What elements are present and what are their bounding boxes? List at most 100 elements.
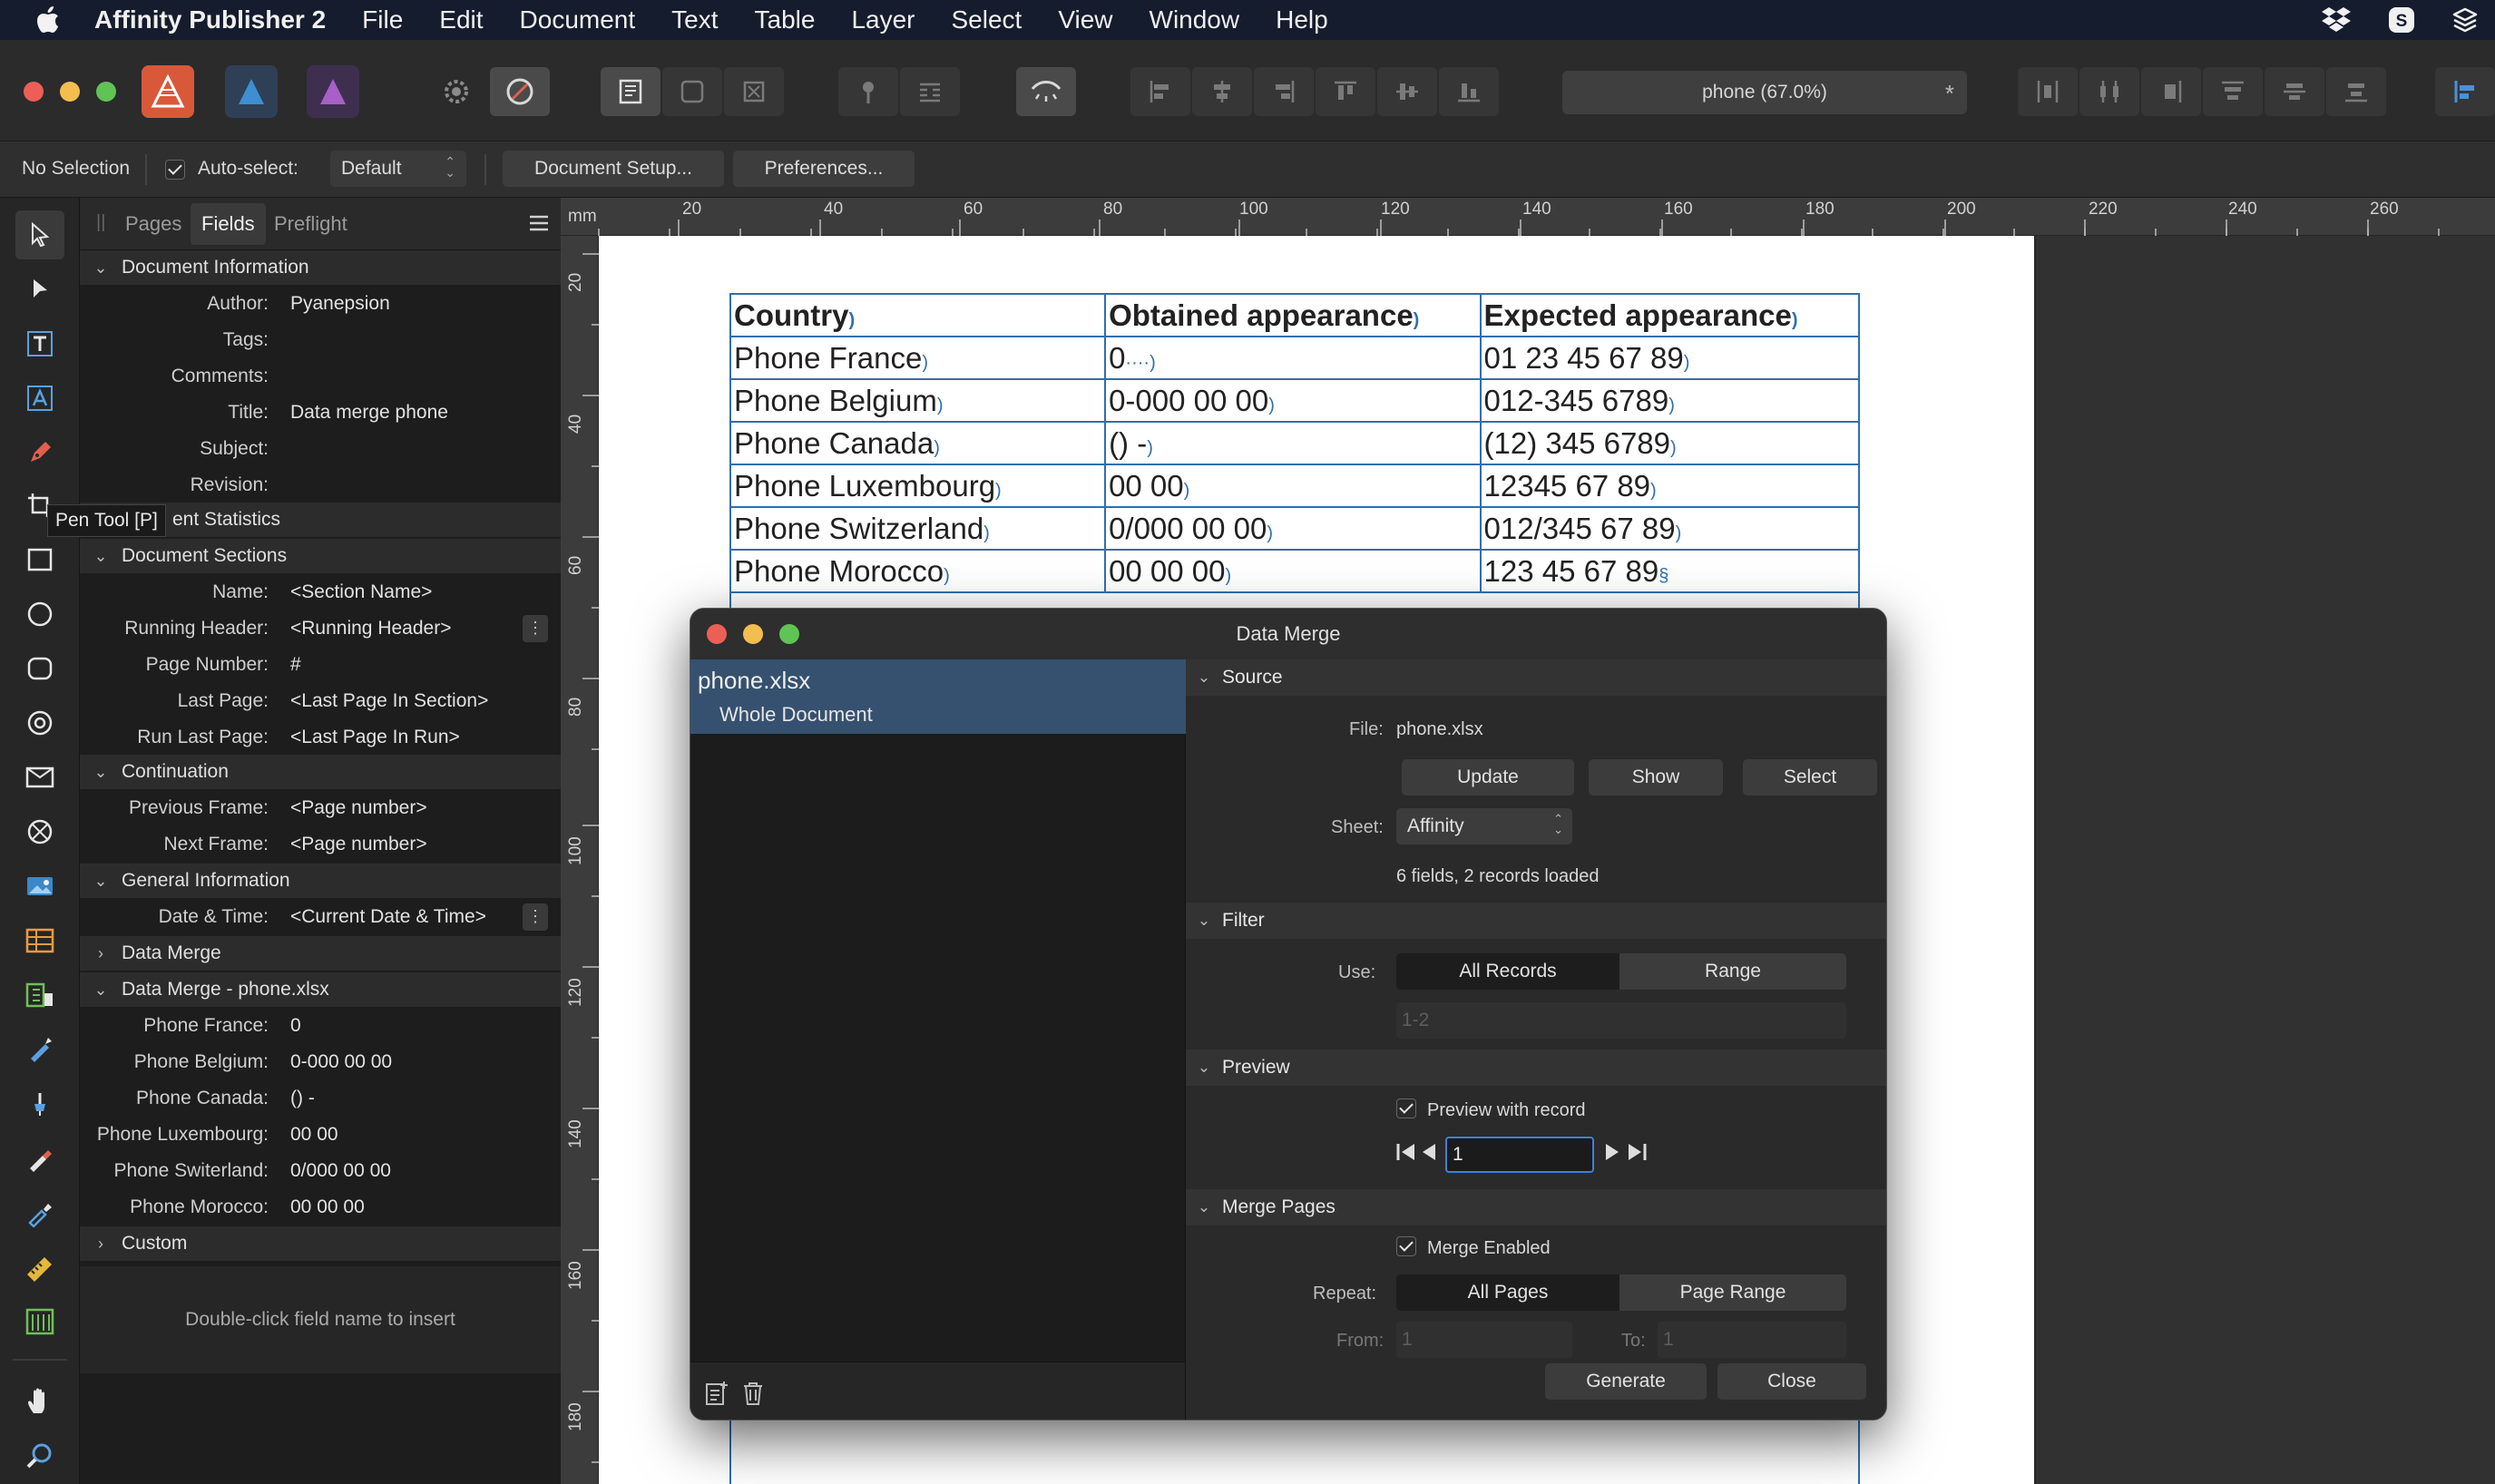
field-row[interactable]: Comments: xyxy=(80,357,561,394)
align-top-icon[interactable] xyxy=(1316,67,1375,116)
range-option[interactable]: Range xyxy=(1619,953,1846,990)
rounded-rectangle-tool-icon[interactable] xyxy=(15,644,64,693)
clip-view-icon[interactable] xyxy=(724,67,784,116)
layers-status-icon[interactable] xyxy=(2451,6,2479,34)
align-middle-icon[interactable] xyxy=(1377,67,1437,116)
data-source-list[interactable]: phone.xlsx Whole Document xyxy=(690,659,1186,1362)
last-record-icon[interactable] xyxy=(1625,1140,1649,1168)
menu-help[interactable]: Help xyxy=(1257,0,1346,40)
designer-persona-icon[interactable] xyxy=(225,65,278,118)
align-right-icon[interactable] xyxy=(1254,67,1314,116)
zoom-tool-icon[interactable] xyxy=(15,1431,64,1480)
menu-table[interactable]: Table xyxy=(737,0,834,40)
first-record-icon[interactable] xyxy=(1394,1140,1418,1168)
fill-tool-icon[interactable] xyxy=(15,971,64,1020)
frame-text-tool-icon[interactable] xyxy=(15,319,64,368)
show-button[interactable]: Show xyxy=(1589,759,1723,796)
table-cell[interactable]: 00 00 00) xyxy=(1104,549,1482,593)
table-cell[interactable]: 012/345 67 89) xyxy=(1479,506,1861,551)
tab-preflight[interactable]: Preflight xyxy=(274,212,347,236)
menu-edit[interactable]: Edit xyxy=(421,0,501,40)
window-zoom-button[interactable] xyxy=(96,82,116,102)
window-minimize-button[interactable] xyxy=(60,82,80,102)
preflight-icon[interactable] xyxy=(490,67,550,116)
menu-window[interactable]: Window xyxy=(1131,0,1258,40)
apple-icon[interactable] xyxy=(24,0,73,40)
vertical-ruler[interactable]: 20 40 60 80 100 120 140 160 180 xyxy=(561,236,599,1484)
table-cell[interactable]: Phone France) xyxy=(729,336,1107,380)
table-cell[interactable]: Phone Belgium) xyxy=(729,378,1107,423)
section-continuation[interactable]: ⌄ Continuation xyxy=(80,755,561,789)
merge-field-row[interactable]: Phone Canada: () - xyxy=(80,1079,561,1116)
align-left-icon[interactable] xyxy=(1130,67,1190,116)
hide-icon[interactable] xyxy=(1016,67,1076,116)
update-button[interactable]: Update xyxy=(1402,759,1574,796)
close-button[interactable]: Close xyxy=(1717,1363,1866,1400)
field-row[interactable]: Page Number: # xyxy=(80,646,561,682)
field-row[interactable]: Run Last Page: <Last Page In Run> xyxy=(80,718,561,755)
field-row[interactable]: Name: <Section Name> xyxy=(80,573,561,610)
distribute-middle-icon[interactable] xyxy=(2265,67,2324,116)
field-row[interactable]: Date & Time: <Current Date & Time> ⋮ xyxy=(80,898,561,934)
from-input[interactable]: 1 xyxy=(1396,1322,1572,1358)
merge-field-row[interactable]: Phone Morocco: 00 00 00 xyxy=(80,1188,561,1225)
generate-button[interactable]: Generate xyxy=(1545,1363,1707,1400)
table-cell[interactable]: Phone Morocco) xyxy=(729,549,1107,593)
list-item[interactable]: phone.xlsx Whole Document xyxy=(690,659,1186,734)
to-input[interactable]: 1 xyxy=(1658,1322,1846,1358)
pen-tool-icon[interactable] xyxy=(15,428,64,477)
preview-checkbox[interactable] xyxy=(1396,1098,1416,1118)
merge-field-row[interactable]: Phone Belgium: 0-000 00 00 xyxy=(80,1043,561,1079)
ellipse-tool-icon[interactable] xyxy=(15,590,64,639)
arrange-icon[interactable] xyxy=(2435,67,2495,116)
artistic-text-tool-icon[interactable] xyxy=(15,374,64,423)
photo-persona-icon[interactable] xyxy=(307,65,359,118)
section-preview[interactable]: ⌄ Preview xyxy=(1186,1050,1886,1086)
move-tool-icon[interactable] xyxy=(15,210,64,259)
rectangle-tool-icon[interactable] xyxy=(15,535,64,584)
menu-select[interactable]: Select xyxy=(934,0,1041,40)
field-row[interactable]: Title: Data merge phone xyxy=(80,394,561,430)
skype-icon[interactable]: S xyxy=(2388,6,2415,34)
trash-icon[interactable] xyxy=(741,1381,765,1411)
bleed-view-icon[interactable] xyxy=(662,67,722,116)
preferences-button[interactable]: Preferences... xyxy=(733,151,915,187)
more-options-icon[interactable]: ⋮ xyxy=(523,903,548,931)
measure-tool-icon[interactable] xyxy=(15,1243,64,1292)
window-close-button[interactable] xyxy=(24,82,44,102)
table-cell[interactable]: 0····) xyxy=(1104,336,1482,380)
range-input[interactable]: 1-2 xyxy=(1396,1002,1846,1039)
table-cell[interactable]: 12345 67 89) xyxy=(1479,464,1861,508)
all-records-option[interactable]: All Records xyxy=(1396,953,1619,990)
table-cell[interactable]: Phone Luxembourg) xyxy=(729,464,1107,508)
distribute-top-icon[interactable] xyxy=(2203,67,2263,116)
horizontal-ruler[interactable]: mm 20 40 60 80 100 120 140 160 180 200 2… xyxy=(561,198,2495,236)
merge-enabled-checkbox[interactable] xyxy=(1396,1236,1416,1256)
merge-field-row[interactable]: Phone Switerland: 0/000 00 00 xyxy=(80,1152,561,1188)
next-record-icon[interactable] xyxy=(1603,1140,1621,1168)
picture-frame-ellipse-icon[interactable] xyxy=(15,807,64,856)
node-tool-icon[interactable] xyxy=(15,265,64,314)
table-cell[interactable]: 012-345 6789) xyxy=(1479,378,1861,423)
table-cell[interactable]: 123 45 67 89§ xyxy=(1479,549,1861,593)
eyedropper-icon[interactable] xyxy=(15,1188,64,1237)
transparency-tool-icon[interactable] xyxy=(15,1025,64,1074)
section-filter[interactable]: ⌄ Filter xyxy=(1186,903,1886,939)
field-row[interactable]: Author: Pyanepsion xyxy=(80,285,561,321)
field-row[interactable]: Previous Frame: <Page number> xyxy=(80,789,561,825)
table-header-cell[interactable]: Expected appearance) xyxy=(1479,293,1861,337)
field-row[interactable]: Revision: xyxy=(80,466,561,503)
menu-app-name[interactable]: Affinity Publisher 2 xyxy=(73,0,344,40)
field-row[interactable]: Running Header: <Running Header> ⋮ xyxy=(80,610,561,646)
table-cell[interactable]: 0-000 00 00) xyxy=(1104,378,1482,423)
all-pages-option[interactable]: All Pages xyxy=(1396,1274,1619,1311)
section-merge-pages[interactable]: ⌄ Merge Pages xyxy=(1186,1189,1886,1225)
dialog-zoom-dot[interactable] xyxy=(779,624,799,644)
donut-tool-icon[interactable] xyxy=(15,698,64,747)
text-wrap-icon[interactable] xyxy=(900,67,960,116)
previous-record-icon[interactable] xyxy=(1420,1140,1438,1168)
dialog-close-dot[interactable] xyxy=(707,624,727,644)
table-header-cell[interactable]: Obtained appearance) xyxy=(1104,293,1482,337)
distribute-right-icon[interactable] xyxy=(2141,67,2201,116)
panel-menu-icon[interactable] xyxy=(528,212,550,239)
